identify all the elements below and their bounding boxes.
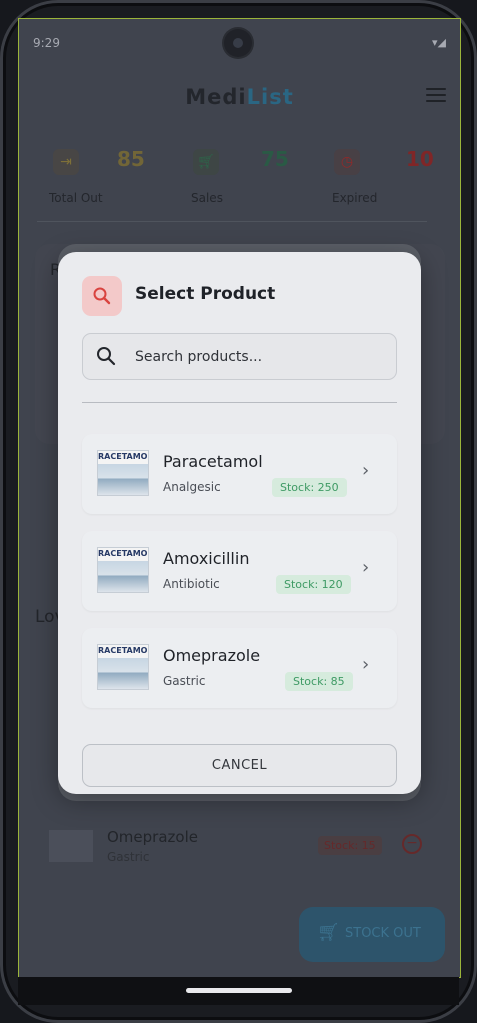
product-item-paracetamol[interactable]: RACETAMOL Paracetamol Analgesic Stock: 2… xyxy=(82,434,397,514)
stock-badge: Stock: 120 xyxy=(276,575,351,594)
stock-badge: Stock: 85 xyxy=(285,672,353,691)
thumbnail-text: RACETAMOL xyxy=(98,549,148,558)
product-item-amoxicillin[interactable]: RACETAMOL Amoxicillin Antibiotic Stock: … xyxy=(82,531,397,611)
search-input[interactable] xyxy=(133,345,387,369)
product-thumbnail: RACETAMOL xyxy=(97,450,149,496)
dialog-title: Select Product xyxy=(135,284,276,304)
product-category: Analgesic xyxy=(163,480,221,494)
search-icon xyxy=(82,276,122,316)
search-field[interactable] xyxy=(82,333,397,380)
product-name: Omeprazole xyxy=(163,646,261,665)
chevron-right-icon: › xyxy=(362,654,370,675)
stock-badge: Stock: 250 xyxy=(272,478,347,497)
cancel-button[interactable]: CANCEL xyxy=(82,744,397,787)
product-category: Gastric xyxy=(163,674,206,688)
home-indicator[interactable] xyxy=(186,988,292,993)
divider xyxy=(82,402,397,403)
product-name: Paracetamol xyxy=(163,452,263,471)
product-thumbnail: RACETAMOL xyxy=(97,547,149,593)
search-icon xyxy=(96,346,116,370)
product-name: Amoxicillin xyxy=(163,549,250,568)
product-category: Antibiotic xyxy=(163,577,220,591)
thumbnail-text: RACETAMOL xyxy=(98,452,148,461)
product-thumbnail: RACETAMOL xyxy=(97,644,149,690)
app-screen: 9:29 ▾◢ MediList ⇥ 85 Total Out 🛒︎ 75 Sa… xyxy=(18,18,461,978)
select-product-dialog: Select Product RACETAMOL Paracetamol Ana… xyxy=(58,252,421,794)
chevron-right-icon: › xyxy=(362,460,370,481)
chevron-right-icon: › xyxy=(362,557,370,578)
product-item-omeprazole[interactable]: RACETAMOL Omeprazole Gastric Stock: 85 › xyxy=(82,628,397,708)
thumbnail-text: RACETAMOL xyxy=(98,646,148,655)
